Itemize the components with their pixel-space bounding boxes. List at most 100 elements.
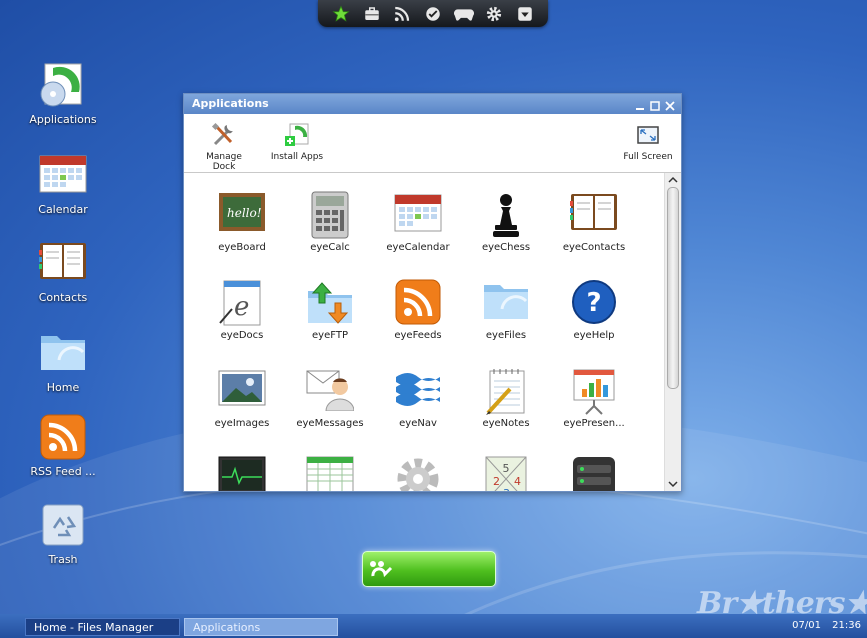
- scrollbar-thumb[interactable]: [667, 187, 679, 389]
- desktop-icon-label: RSS Feed ...: [30, 465, 96, 478]
- app-label: eyeNotes: [482, 418, 530, 429]
- eyeos-logo-icon: [370, 561, 393, 578]
- full-screen-button[interactable]: Full Screen: [620, 122, 676, 162]
- calculator-icon: [306, 191, 354, 239]
- maximize-icon[interactable]: [650, 98, 660, 111]
- svg-text:hello!: hello!: [227, 206, 262, 220]
- app-label: eyeNav: [399, 418, 437, 429]
- app-settings[interactable]: [374, 455, 462, 491]
- app-eyeimages[interactable]: eyeImages: [198, 367, 286, 455]
- monitor-graph-icon: [218, 455, 266, 491]
- app-label: eyePresen...: [563, 418, 625, 429]
- spreadsheet-icon: [306, 455, 354, 491]
- svg-text:e: e: [234, 292, 249, 322]
- close-icon[interactable]: [665, 98, 675, 111]
- favorites-star-icon[interactable]: [331, 4, 351, 24]
- tools-icon: [211, 122, 237, 148]
- gear-icon: [394, 455, 442, 491]
- app-eyecalendar[interactable]: eyeCalendar: [374, 191, 462, 279]
- svg-text:5: 5: [503, 462, 510, 475]
- taskbar-item-applications[interactable]: Applications: [184, 618, 338, 636]
- app-eyeftp[interactable]: eyeFTP: [286, 279, 374, 367]
- desktop-icon-label: Applications: [29, 113, 97, 126]
- taskbar-item-files-manager[interactable]: Home - Files Manager: [25, 618, 180, 636]
- app-terminal[interactable]: [550, 455, 638, 491]
- svg-text:3: 3: [503, 487, 510, 491]
- app-sudoku[interactable]: 52 43: [462, 455, 550, 491]
- desktop-icon-applications[interactable]: Applications: [23, 62, 103, 126]
- app-eyenav[interactable]: eyeNav: [374, 367, 462, 455]
- clock-time: 21:36: [832, 620, 861, 631]
- app-eyemessages[interactable]: eyeMessages: [286, 367, 374, 455]
- window-title: Applications: [192, 97, 269, 110]
- help-icon: ?: [570, 279, 618, 327]
- app-label: eyeFTP: [312, 330, 348, 341]
- ftp-folder-icon: [306, 279, 354, 327]
- svg-text:2: 2: [493, 475, 500, 488]
- apps-grid-area: hello! eyeBoard eyeCalc eyeCalendar eyeC…: [184, 173, 666, 491]
- app-eyefeeds[interactable]: eyeFeeds: [374, 279, 462, 367]
- top-dock: [318, 0, 548, 27]
- window-toolbar: Manage Dock Install Apps Full Screen: [184, 114, 681, 173]
- desktop-icon-contacts[interactable]: Contacts: [23, 240, 103, 304]
- desktop-icon-rss-feed[interactable]: RSS Feed ...: [23, 414, 103, 478]
- full-screen-label: Full Screen: [623, 152, 673, 162]
- svg-text:4: 4: [514, 475, 521, 488]
- folder-icon: [482, 279, 530, 327]
- app-label: eyeChess: [481, 242, 531, 253]
- desktop-icon-trash[interactable]: Trash: [23, 502, 103, 566]
- app-label: eyeImages: [214, 418, 270, 429]
- scroll-down-icon[interactable]: [666, 479, 680, 489]
- app-eyedocs[interactable]: e eyeDocs: [198, 279, 286, 367]
- app-eyecalc[interactable]: eyeCalc: [286, 191, 374, 279]
- rss-feed-icon: [39, 414, 87, 462]
- app-label: eyeFiles: [485, 330, 527, 341]
- app-label: eyeDocs: [220, 330, 264, 341]
- app-system-monitor[interactable]: [198, 455, 286, 491]
- desktop-icon-label: Home: [46, 381, 80, 394]
- desktop-icon-calendar[interactable]: Calendar: [23, 152, 103, 216]
- app-spreadsheet[interactable]: [286, 455, 374, 491]
- app-label: eyeBoard: [218, 242, 266, 253]
- calendar-icon: [39, 152, 87, 200]
- desktop-icon-home[interactable]: Home: [23, 330, 103, 394]
- eyeos-launcher-button[interactable]: [362, 551, 496, 587]
- clock: 07/01 21:36: [792, 620, 861, 631]
- gear-icon[interactable]: [484, 4, 504, 24]
- vertical-scrollbar[interactable]: [664, 173, 681, 491]
- calendar-icon: [394, 191, 442, 239]
- app-eyehelp[interactable]: ? eyeHelp: [550, 279, 638, 367]
- svg-text:?: ?: [586, 288, 601, 318]
- desktop-icon-label: Calendar: [38, 203, 88, 216]
- app-eyechess[interactable]: eyeChess: [462, 191, 550, 279]
- trash-icon: [39, 502, 87, 550]
- scroll-up-icon[interactable]: [666, 175, 680, 185]
- app-eyeboard[interactable]: hello! eyeBoard: [198, 191, 286, 279]
- app-eyepresentation[interactable]: eyePresen...: [550, 367, 638, 455]
- install-apps-button[interactable]: Install Apps: [266, 122, 328, 162]
- full-screen-icon: [635, 122, 661, 148]
- minimize-icon[interactable]: [635, 98, 645, 110]
- manage-dock-label: Manage Dock: [206, 152, 242, 172]
- app-eyenotes[interactable]: eyeNotes: [462, 367, 550, 455]
- briefcase-icon[interactable]: [362, 4, 382, 24]
- app-label: eyeCalendar: [386, 242, 450, 253]
- install-apps-icon: [284, 122, 310, 148]
- messages-envelope-icon: [306, 367, 355, 415]
- desktop-icon-label: Contacts: [38, 291, 88, 304]
- check-icon[interactable]: [423, 4, 443, 24]
- window-titlebar[interactable]: Applications: [184, 94, 681, 114]
- app-eyecontacts[interactable]: eyeContacts: [550, 191, 638, 279]
- app-label: eyeHelp: [573, 330, 615, 341]
- app-label: eyeContacts: [562, 242, 626, 253]
- app-eyefiles[interactable]: eyeFiles: [462, 279, 550, 367]
- manage-dock-button[interactable]: Manage Dock: [194, 122, 254, 172]
- notes-pencil-icon: [482, 367, 530, 415]
- clock-date: 07/01: [792, 620, 821, 631]
- dropdown-arrow-icon[interactable]: [515, 4, 535, 24]
- rss-icon[interactable]: [392, 4, 412, 24]
- waves-icon: [394, 367, 442, 415]
- number-puzzle-icon: 52 43: [482, 455, 530, 491]
- app-label: eyeMessages: [296, 418, 364, 429]
- gamepad-icon[interactable]: [453, 4, 474, 24]
